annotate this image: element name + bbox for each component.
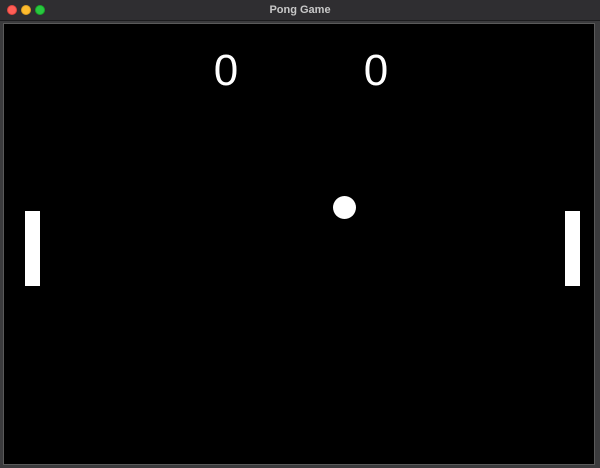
window-title: Pong Game (269, 4, 331, 16)
ball (333, 196, 356, 219)
right-paddle (565, 211, 580, 286)
game-court[interactable]: 0 0 (3, 23, 595, 465)
left-paddle (25, 211, 40, 286)
left-score: 0 (213, 46, 239, 95)
title-bar[interactable]: Pong Game (0, 0, 600, 21)
app-window: Pong Game 0 0 (0, 0, 600, 468)
window-content: 0 0 (0, 21, 600, 468)
right-score: 0 (363, 46, 389, 95)
